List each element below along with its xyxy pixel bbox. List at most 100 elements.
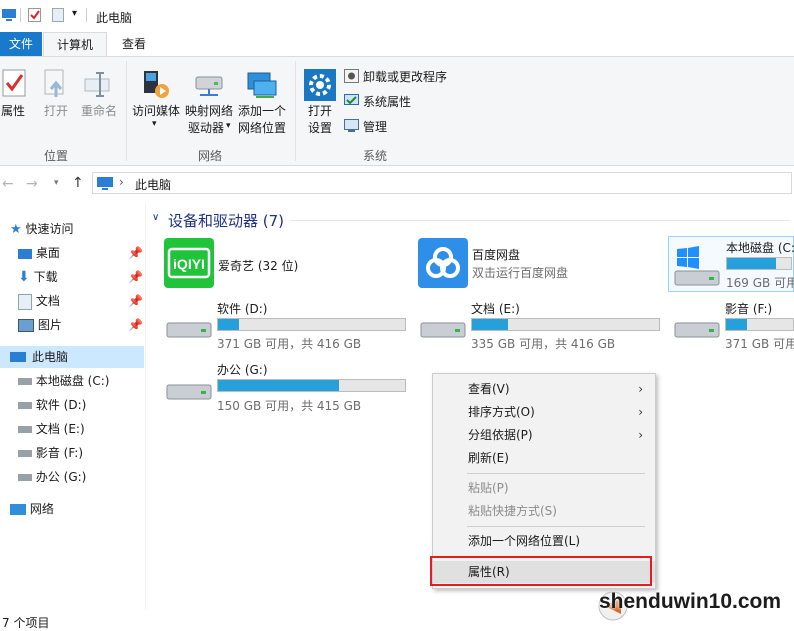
pin-icon[interactable]: 📌 [128, 314, 143, 336]
nav-this-pc[interactable]: 此电脑 [0, 346, 144, 368]
menu-item-paste[interactable]: 粘贴(P) [433, 477, 655, 499]
chevron-down-icon: ▾ [226, 121, 231, 131]
nav-drive-g[interactable]: 办公 (G:) [18, 466, 142, 488]
group-system-label: 系统 [362, 149, 387, 163]
manage-icon [344, 119, 359, 132]
up-arrow-icon[interactable]: ↑ [72, 175, 84, 191]
watermark: shenduwin10.com [595, 580, 794, 628]
drive-usage-bar [471, 318, 660, 331]
drive-tile-g[interactable]: 办公 (G:) 150 GB 可用，共 415 GB [162, 356, 412, 413]
app-tile-iqiyi[interactable]: iQIYI 爱奇艺 (32 位) [162, 236, 402, 290]
uninstall-label: 卸载或更改程序 [363, 70, 448, 84]
desktop-icon [18, 248, 32, 259]
nav-network[interactable]: 网络 [10, 498, 140, 520]
menu-separator [467, 473, 645, 474]
drive-tile-e[interactable]: 文档 (E:) 335 GB 可用，共 416 GB [416, 296, 666, 352]
tab-view[interactable]: 查看 [108, 32, 160, 56]
download-arrow-icon: ⬇ [18, 269, 30, 285]
add-network-location-button[interactable]: 添加一个 网络位置 [236, 63, 288, 141]
chevron-right-icon: › [638, 405, 643, 419]
watermark-text: shenduwin10.com [599, 590, 782, 613]
app-tile-baidu-netdisk[interactable]: 百度网盘 双击运行百度网盘 [416, 236, 656, 290]
menu-separator [467, 526, 645, 527]
drive-usage-bar [725, 318, 794, 331]
access-media-button[interactable]: 访问媒体 ▾ [130, 63, 182, 133]
nav-quick-item-pictures[interactable]: 图片 📌 [18, 314, 143, 336]
pin-icon[interactable]: 📌 [128, 290, 143, 312]
address-bar[interactable]: › 此电脑 [92, 172, 792, 194]
uninstall-program-button[interactable]: 卸载或更改程序 [344, 67, 454, 85]
pin-icon[interactable]: 📌 [128, 266, 143, 288]
chevron-down-icon: ▾ [152, 119, 157, 129]
drive-free-space: 335 GB 可用，共 416 GB [471, 337, 616, 351]
tab-computer[interactable]: 计算机 [43, 32, 107, 56]
properties-quick-icon[interactable] [28, 8, 41, 22]
quick-access-dropdown-icon[interactable]: ▾ [72, 8, 77, 19]
new-folder-quick-icon[interactable] [52, 8, 64, 22]
nav-quick-item-documents[interactable]: 文档 📌 [18, 290, 143, 312]
ribbon-tabs: 文件 计算机 查看 [0, 32, 794, 56]
manage-button[interactable]: 管理 [344, 117, 404, 135]
menu-item-paste-shortcut[interactable]: 粘贴快捷方式(S) [433, 500, 655, 522]
drive-icon [420, 322, 466, 338]
drive-name: 文档 (E:) [471, 302, 520, 316]
menu-item-add-network-location[interactable]: 添加一个网络位置(L) [433, 530, 655, 552]
open-button[interactable]: 打开 [38, 63, 74, 125]
manage-label: 管理 [363, 120, 388, 134]
add-network-label-1: 添加一个 [237, 104, 286, 118]
drive-tile-d[interactable]: 软件 (D:) 371 GB 可用，共 416 GB [162, 296, 412, 352]
menu-item-refresh[interactable]: 刷新(E) [433, 447, 655, 469]
properties-icon [2, 69, 26, 97]
recent-locations-chevron-icon[interactable]: ▾ [54, 178, 59, 188]
map-network-drive-button[interactable]: 映射网络 驱动器 ▾ [184, 63, 234, 141]
forward-arrow-icon[interactable]: → [26, 176, 38, 192]
iqiyi-logo-icon: iQIYI [164, 238, 214, 288]
drive-usage-fill [726, 319, 747, 330]
drive-icon [674, 322, 720, 338]
drive-free-space: 371 GB 可用，共 [725, 337, 794, 351]
open-label: 打开 [43, 104, 68, 118]
access-media-label: 访问媒体 [131, 104, 180, 118]
nav-drive-d[interactable]: 软件 (D:) [18, 394, 142, 416]
add-network-location-icon [247, 72, 277, 98]
drive-usage-fill [218, 319, 239, 330]
rename-label: 重命名 [80, 104, 117, 118]
properties-button[interactable]: 属性 [0, 63, 34, 125]
add-network-label-2: 网络位置 [237, 121, 286, 135]
menu-item-sort-by[interactable]: 排序方式(O) › [433, 401, 655, 423]
drive-name: 软件 (D:) [217, 302, 268, 316]
drive-tile-c[interactable]: 本地磁盘 (C: 169 GB 可用，共 [668, 236, 794, 292]
system-properties-button[interactable]: 系统属性 [344, 92, 424, 110]
divider [126, 61, 127, 161]
breadcrumb-this-pc[interactable]: 此电脑 [135, 176, 171, 193]
system-properties-icon [344, 94, 359, 105]
nav-drive-f[interactable]: 影音 (F:) [18, 442, 142, 464]
drive-free-space: 150 GB 可用，共 415 GB [217, 399, 362, 413]
navigation-pane: ★ 快速访问 桌面 📌 ⬇ 下载 📌 文档 📌 图片 📌 此电脑 本地磁盘 (C… [0, 204, 146, 609]
drive-usage-bar [726, 257, 792, 270]
group-location-label: 位置 [43, 149, 68, 163]
pin-icon[interactable]: 📌 [128, 242, 143, 264]
tab-file[interactable]: 文件 [0, 32, 42, 56]
nav-quick-access[interactable]: ★ 快速访问 [10, 218, 140, 240]
back-arrow-icon[interactable]: ← [2, 176, 14, 192]
drive-tile-f[interactable]: 影音 (F:) 371 GB 可用，共 [670, 296, 794, 352]
ribbon: 属性 打开 重命名 位置 访问媒体 ▾ 映射网络 驱动器 ▾ 添加一个 网络位置… [0, 56, 794, 166]
network-icon [10, 504, 26, 515]
drive-name: 本地磁盘 (C: [726, 241, 794, 255]
nav-quick-item-desktop[interactable]: 桌面 📌 [18, 242, 143, 264]
item-count: 7 个项目 [2, 616, 50, 630]
drive-icon [18, 378, 32, 385]
nav-drive-c[interactable]: 本地磁盘 (C:) [18, 370, 142, 392]
rename-icon [84, 72, 110, 97]
windows-drive-icon [674, 246, 720, 286]
app-name: 爱奇艺 (32 位) [218, 259, 299, 273]
rename-button[interactable]: 重命名 [78, 63, 120, 125]
section-collapse-chevron-icon[interactable]: ∨ [152, 212, 159, 223]
nav-drive-e[interactable]: 文档 (E:) [18, 418, 142, 440]
drive-icon [18, 474, 32, 481]
open-settings-button[interactable]: 打开 设置 [300, 63, 340, 141]
nav-quick-item-downloads[interactable]: ⬇ 下载 📌 [18, 266, 143, 288]
menu-item-group-by[interactable]: 分组依据(P) › [433, 424, 655, 446]
menu-item-view[interactable]: 查看(V) › [433, 378, 655, 400]
